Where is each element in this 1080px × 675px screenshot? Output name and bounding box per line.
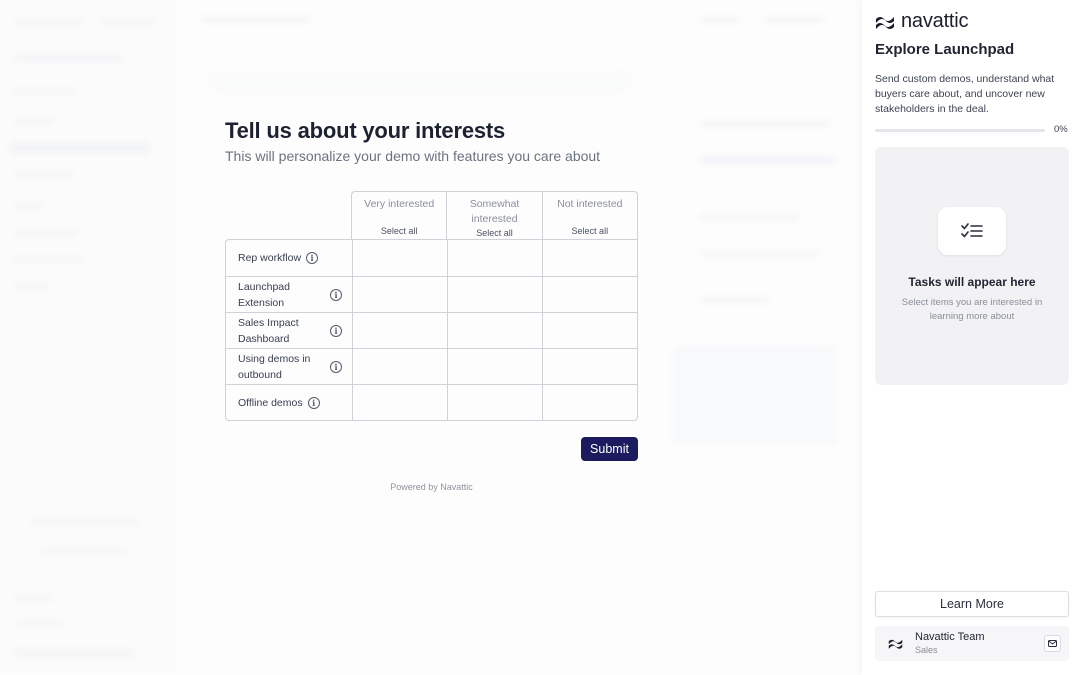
column-not-interested: Not interested Select all (541, 192, 637, 240)
contact-role: Sales (915, 645, 938, 655)
option-somewhat-interested[interactable] (447, 240, 542, 276)
launchpad-panel: navattic Explore Launchpad Send custom d… (862, 0, 1080, 675)
option-somewhat-interested[interactable] (447, 313, 542, 348)
tasks-title: Tasks will appear here (908, 275, 1036, 289)
brand-logo: navattic (875, 10, 969, 33)
row-label-launchpad-extension: Launchpad Extension i (226, 277, 352, 312)
tasks-subtitle: Select items you are interested in learn… (901, 297, 1043, 322)
checklist-icon (938, 207, 1006, 255)
column-label: Very interested (364, 198, 435, 210)
option-not-interested[interactable] (542, 349, 637, 384)
progress-bar (875, 129, 1045, 132)
table-row: Sales Impact Dashboard i (226, 312, 637, 348)
option-not-interested[interactable] (542, 313, 637, 348)
tasks-placeholder: Tasks will appear here Select items you … (875, 147, 1069, 385)
option-somewhat-interested[interactable] (447, 385, 542, 420)
option-somewhat-interested[interactable] (447, 349, 542, 384)
survey-title: Tell us about your interests (225, 118, 506, 143)
option-very-interested[interactable] (352, 240, 447, 276)
table-row: Using demos in outbound i (226, 348, 637, 384)
interest-survey: Tell us about your interests This will p… (225, 118, 638, 492)
row-label-offline-demos: Offline demos i (226, 385, 352, 420)
row-label-text: Using demos in outbound (238, 352, 311, 381)
info-icon[interactable]: i (306, 252, 319, 264)
row-label-sales-impact-dashboard: Sales Impact Dashboard i (226, 313, 352, 348)
column-very-interested: Very interested Select all (352, 192, 446, 240)
row-label-text: Offline demos (238, 396, 303, 409)
survey-subtitle: This will personalize your demo with fea… (225, 148, 601, 164)
row-label-text: Launchpad Extension (238, 280, 290, 309)
navattic-logo-icon (888, 639, 903, 649)
option-very-interested[interactable] (352, 313, 447, 348)
mail-icon[interactable] (1044, 635, 1061, 652)
row-label-using-demos-in-outbound: Using demos in outbound i (226, 349, 352, 384)
option-very-interested[interactable] (352, 349, 447, 384)
select-all-not-interested[interactable]: Select all (545, 225, 635, 237)
info-icon[interactable]: i (330, 360, 342, 373)
info-icon[interactable]: i (330, 324, 342, 337)
column-label: Somewhat interested (469, 198, 520, 225)
powered-by: Powered by Navattic (390, 482, 473, 492)
row-label-text: Sales Impact Dashboard (238, 316, 299, 345)
info-icon[interactable]: i (330, 288, 342, 301)
column-label: Not interested (557, 198, 623, 210)
learn-more-button[interactable]: Learn More (875, 591, 1069, 617)
option-not-interested[interactable] (542, 385, 637, 420)
option-not-interested[interactable] (542, 240, 637, 276)
contact-card: Navattic Team Sales (875, 626, 1069, 661)
submit-button[interactable]: Submit (581, 437, 638, 461)
option-very-interested[interactable] (352, 277, 447, 312)
table-row: Launchpad Extension i (226, 276, 637, 312)
contact-name: Navattic Team (915, 631, 985, 643)
option-very-interested[interactable] (352, 385, 447, 420)
grid-header: Very interested Select all Somewhat inte… (351, 191, 638, 240)
table-row: Rep workflow i (226, 240, 637, 276)
info-icon[interactable]: i (307, 396, 320, 409)
brand-name: navattic (901, 10, 969, 32)
select-all-very-interested[interactable]: Select all (354, 225, 444, 237)
grid-body: Rep workflow i Launchpad Extension i Sal… (225, 239, 638, 421)
option-somewhat-interested[interactable] (447, 277, 542, 312)
progress-label: 0% (1054, 124, 1068, 135)
option-not-interested[interactable] (542, 277, 637, 312)
table-row: Offline demos i (226, 384, 637, 420)
navattic-logo-icon (876, 16, 894, 29)
row-label-rep-workflow: Rep workflow i (226, 240, 352, 276)
column-somewhat-interested: Somewhat interested Select all (446, 192, 541, 240)
row-label-text: Rep workflow (238, 252, 302, 264)
panel-description: Send custom demos, understand what buyer… (875, 73, 1055, 115)
select-all-somewhat-interested[interactable]: Select all (449, 227, 539, 239)
panel-title: Explore Launchpad (875, 41, 1015, 58)
